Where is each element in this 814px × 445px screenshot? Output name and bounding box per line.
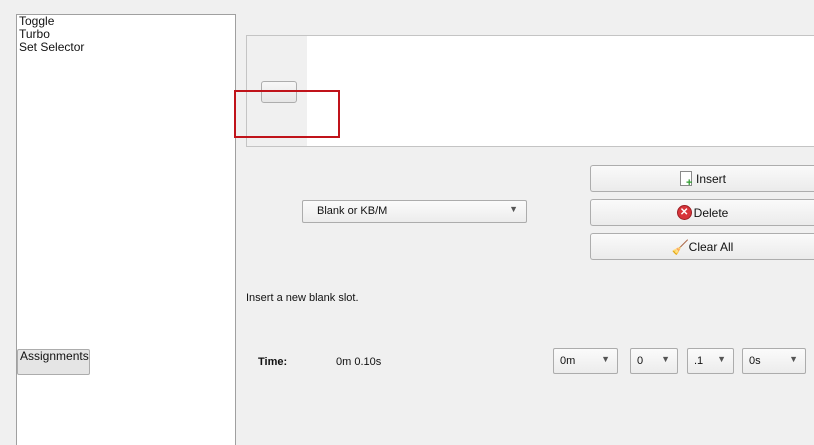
list-item-assignments[interactable]: Assignments <box>17 349 90 375</box>
insert-document-icon: + <box>679 170 695 188</box>
assignment-panel: Blank or KB/M ▼ + Insert ✕ Delete 🧹 Clea… <box>234 14 814 445</box>
clear-all-button[interactable]: 🧹 Clear All <box>590 233 814 260</box>
macro-editor: Assignments Toggle Turbo Set Selector Bl… <box>0 0 814 445</box>
time-label: Time: <box>258 356 288 368</box>
zero-select[interactable]: 0s ▼ <box>742 348 806 374</box>
minutes-value: 0m <box>560 355 576 367</box>
chevron-down-icon: ▼ <box>601 354 610 364</box>
seconds-value: 0 <box>637 355 644 367</box>
seconds-select[interactable]: 0 ▼ <box>630 348 678 374</box>
delete-icon: ✕ <box>676 204 693 221</box>
chevron-down-icon: ▼ <box>661 354 670 364</box>
mode-list[interactable]: Assignments Toggle Turbo Set Selector <box>16 14 236 445</box>
insert-button[interactable]: + Insert <box>590 165 814 192</box>
slot-type-dropdown[interactable]: Blank or KB/M ▼ <box>302 200 527 223</box>
slot-type-value: Blank or KB/M <box>317 205 388 217</box>
tenths-value: .1 <box>694 355 704 367</box>
tenths-select[interactable]: .1 ▼ <box>687 348 734 374</box>
delete-button-label: Delete <box>693 205 729 220</box>
delete-button[interactable]: ✕ Delete <box>590 199 814 226</box>
time-value: 0m 0.10s <box>336 356 382 368</box>
zero-value: 0s <box>749 355 761 367</box>
list-item-set-selector[interactable]: Set Selector <box>17 41 235 54</box>
slot-list[interactable] <box>234 35 814 147</box>
broom-icon: 🧹 <box>671 238 690 255</box>
slot-canvas[interactable] <box>307 36 814 146</box>
chevron-down-icon: ▼ <box>717 354 726 364</box>
chevron-down-icon: ▼ <box>789 354 798 364</box>
insert-button-label: Insert <box>695 171 726 186</box>
minutes-select[interactable]: 0m ▼ <box>553 348 618 374</box>
clear-all-button-label: Clear All <box>688 239 734 254</box>
slot-button[interactable] <box>261 81 297 103</box>
chevron-down-icon: ▼ <box>509 204 518 214</box>
status-text: Insert a new blank slot. <box>246 292 359 304</box>
